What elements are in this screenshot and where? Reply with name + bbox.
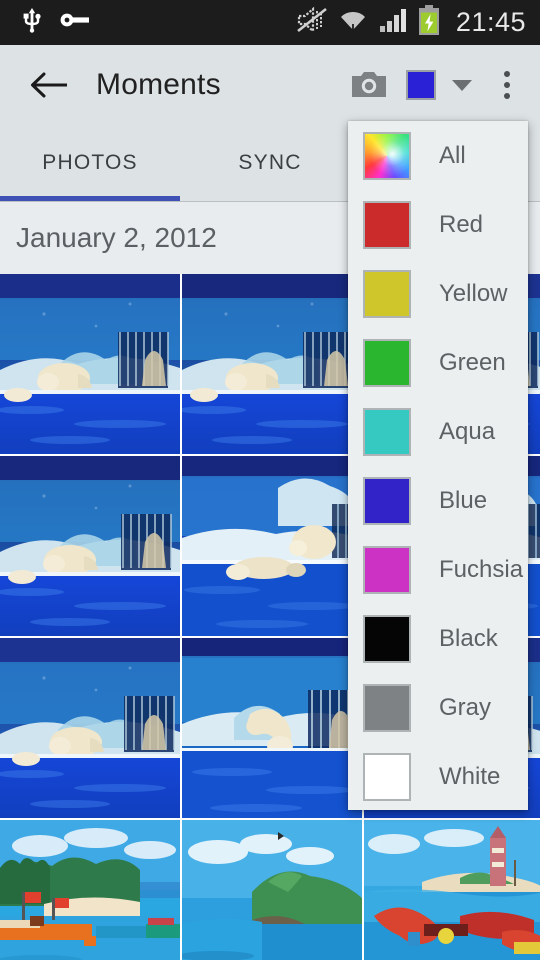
more-vert-icon [504,82,510,88]
color-menu-item-label: Blue [439,486,488,514]
photo-island-1[interactable] [0,820,180,960]
overflow-menu-button[interactable] [484,56,530,114]
color-menu-item-yellow[interactable]: Yellow [348,259,528,328]
battery-charging-icon [418,5,440,40]
more-vert-icon [504,71,510,77]
page-title: Moments [96,68,221,101]
date-label: January 2, 2012 [16,222,217,253]
photo-island-3[interactable] [364,820,540,960]
phone-screen: 21:45 Moments PHOTOS SYNC January 2, 201… [0,0,540,960]
photo-island-2[interactable] [182,820,362,960]
color-swatch-white-icon [363,752,411,801]
status-bar-right-icons: 21:45 [296,5,526,40]
color-swatch-aqua-icon [363,407,411,456]
color-swatch-black-icon [363,614,411,663]
color-menu-item-red[interactable]: Red [348,190,528,259]
color-menu-item-green[interactable]: Green [348,328,528,397]
color-menu-item-label: Red [439,210,484,238]
color-menu-item-white[interactable]: White [348,742,528,810]
usb-icon [22,7,42,38]
status-bar: 21:45 [0,0,540,45]
color-menu-item-all[interactable]: All [348,121,528,190]
photo-polar-bear-4[interactable] [0,456,180,636]
color-menu-item-label: Gray [439,693,492,721]
photo-polar-bear-5[interactable] [182,456,362,636]
color-menu-item-label: Fuchsia [439,555,524,583]
mute-icon [296,6,328,39]
color-swatch-fuchsia-icon [363,545,411,594]
more-vert-icon [504,93,510,99]
color-menu-item-label: All [439,141,466,169]
color-menu-item-blue[interactable]: Blue [348,466,528,535]
status-bar-left-icons [22,7,90,38]
color-menu-item-black[interactable]: Black [348,604,528,673]
caret-down-icon [452,79,472,91]
app-bar-actions [340,56,540,114]
photo-polar-bear-7[interactable] [0,638,180,818]
color-swatch-yellow-icon [363,269,411,318]
color-menu-item-gray[interactable]: Gray [348,673,528,742]
photo-polar-bear-2[interactable] [182,274,362,454]
photo-polar-bear-1[interactable] [0,274,180,454]
status-bar-clock: 21:45 [455,7,526,37]
color-filter-menu: All Red Yellow Green Aqua Blue Fuchsia Black Gra… [348,121,528,810]
signal-icon [378,7,408,38]
color-swatch-green-icon [363,338,411,387]
camera-button[interactable] [340,56,398,114]
vpn-key-icon [60,11,90,34]
color-filter-button[interactable] [398,70,476,100]
arrow-back-icon [31,72,67,98]
color-menu-item-label: Yellow [439,279,508,307]
color-swatch-all-icon [363,131,411,180]
back-button[interactable] [26,62,72,108]
color-menu-item-fuchsia[interactable]: Fuchsia [348,535,528,604]
app-bar: Moments [0,45,540,125]
color-menu-item-label: Black [439,624,498,652]
wifi-icon [338,6,368,39]
color-menu-item-label: White [439,762,501,790]
color-menu-item-aqua[interactable]: Aqua [348,397,528,466]
camera-icon [352,72,386,97]
color-swatch-red-icon [363,200,411,249]
tab-sync[interactable]: SYNC [180,125,360,200]
color-menu-item-label: Aqua [439,417,496,445]
tab-photos[interactable]: PHOTOS [0,125,180,200]
photo-polar-bear-8[interactable] [182,638,362,818]
color-swatch-blue-icon [363,476,411,525]
color-swatch-gray-icon [363,683,411,732]
color-menu-item-label: Green [439,348,506,376]
selected-color-swatch [406,70,436,100]
